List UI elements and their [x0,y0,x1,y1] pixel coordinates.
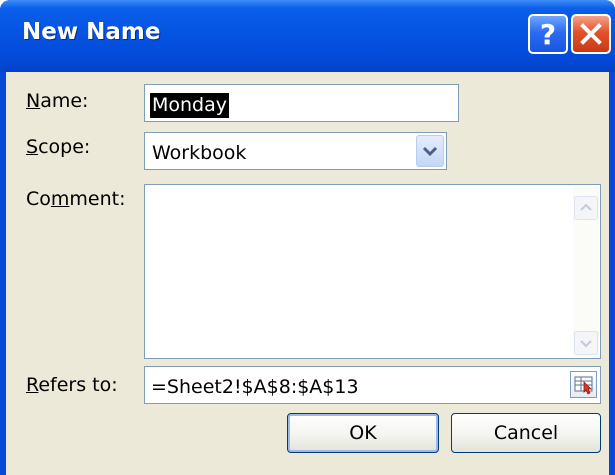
dialog-body: Name: Monday Scope: Workbook Comment: Re… [6,72,609,475]
scope-label: Scope: [26,136,91,158]
new-name-dialog: New Name ? Name: Monday Scope: Workbook [0,0,615,475]
scroll-up-icon [580,203,592,211]
close-icon [580,23,602,45]
name-input-value: Monday [150,93,230,118]
cancel-button[interactable]: Cancel [451,413,601,453]
name-input[interactable]: Monday [144,84,459,122]
name-label: Name: [26,90,89,112]
scope-dropdown-button[interactable] [416,135,444,167]
refers-to-label: Refers to: [26,374,118,396]
dialog-title: New Name [22,19,161,45]
ok-button[interactable]: OK [287,413,439,453]
close-button[interactable] [571,14,611,54]
chevron-down-icon [422,146,438,157]
scroll-up-button[interactable] [574,196,598,220]
scroll-down-icon [580,340,592,348]
scroll-down-button[interactable] [574,331,598,355]
collapse-dialog-icon [574,376,593,395]
scope-select-value: Workbook [152,142,247,164]
title-bar[interactable]: New Name ? [0,0,615,72]
help-icon: ? [539,17,557,51]
refers-to-input[interactable]: =Sheet2!$A$8:$A$13 [144,366,601,404]
comment-scrollbar[interactable] [573,186,599,357]
scope-select[interactable]: Workbook [144,132,447,170]
help-button[interactable]: ? [528,14,568,54]
comment-textarea[interactable] [144,184,601,359]
collapse-dialog-button[interactable] [570,371,597,398]
comment-label: Comment: [26,188,126,210]
refers-to-value: =Sheet2!$A$8:$A$13 [151,376,359,398]
